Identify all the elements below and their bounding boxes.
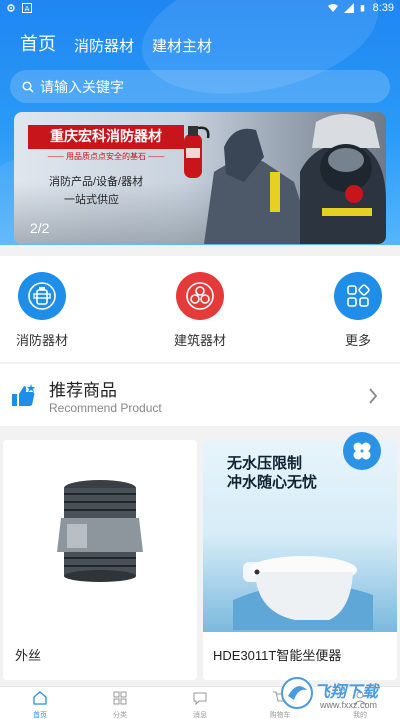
product-image bbox=[3, 440, 197, 632]
toilet-image bbox=[233, 556, 373, 630]
status-bar: A 8:39 bbox=[0, 0, 400, 18]
category-building-materials[interactable]: 建筑器材 bbox=[155, 272, 245, 349]
category-more[interactable]: 更多 bbox=[313, 272, 400, 349]
more-grid-icon bbox=[334, 272, 382, 320]
status-time: 8:39 bbox=[372, 2, 394, 14]
svg-text:A: A bbox=[25, 5, 30, 13]
wifi-icon bbox=[327, 4, 338, 12]
search-placeholder: 请输入关键字 bbox=[40, 78, 124, 95]
banner-products: 消防产品/设备/器材 bbox=[49, 176, 144, 188]
battery-icon bbox=[360, 5, 364, 12]
recommend-title: 推荐商品 bbox=[49, 381, 117, 400]
search-input[interactable]: 请输入关键字 bbox=[10, 70, 390, 103]
watermark-title: 飞翔下载 bbox=[314, 684, 379, 701]
recommend-header[interactable]: 推荐商品 Recommend Product bbox=[0, 364, 400, 426]
flower-float-icon[interactable] bbox=[343, 432, 381, 470]
firefighter-image bbox=[204, 114, 386, 244]
banner-counter: 2/2 bbox=[30, 220, 50, 236]
message-icon bbox=[193, 692, 207, 706]
banner-slogan: —— 用品质点点安全的基石 —— bbox=[47, 152, 165, 161]
tabbar-category[interactable]: 分类 bbox=[80, 690, 160, 719]
recommend-subtitle: Recommend Product bbox=[49, 401, 162, 415]
tabbar-message[interactable]: 消息 bbox=[160, 690, 240, 719]
tabbar-label: 首页 bbox=[33, 712, 47, 719]
product-name: 外丝 bbox=[15, 648, 42, 663]
app-a-icon: A bbox=[22, 3, 32, 13]
tabbar-label: 分类 bbox=[113, 712, 127, 719]
category-icon bbox=[113, 691, 127, 705]
thumbs-up-icon bbox=[12, 384, 35, 406]
banner-carousel[interactable]: 重庆宏科消防器材 —— 用品质点点安全的基石 —— 消防产品/设备/器材 一站式… bbox=[14, 112, 386, 244]
product-headline: 无水压限制 bbox=[227, 455, 303, 472]
watermark-logo-icon bbox=[281, 677, 313, 709]
product-name: HDE3011T智能坐便器 bbox=[213, 648, 342, 663]
tabbar-label: 消息 bbox=[193, 712, 207, 719]
chevron-right-icon[interactable] bbox=[368, 388, 378, 404]
category-label: 消防器材 bbox=[15, 333, 68, 348]
category-grid: 消防器材 建筑器材 更多 bbox=[0, 256, 400, 362]
tabbar-home[interactable]: 首页 bbox=[0, 690, 80, 719]
tab-fire-equipment[interactable]: 消防器材 bbox=[74, 35, 134, 56]
search-icon bbox=[22, 80, 34, 93]
fire-hydrant-icon bbox=[18, 272, 66, 320]
home-icon bbox=[33, 691, 47, 705]
watermark-url: www.fxxz.com bbox=[320, 700, 378, 710]
product-card[interactable]: 无水压限制 冲水随心无忧 HDE3011T智能坐便器 bbox=[203, 440, 397, 680]
category-label: 更多 bbox=[344, 333, 371, 348]
product-headline: 冲水随心无忧 bbox=[227, 474, 318, 491]
category-label: 建筑器材 bbox=[173, 333, 226, 348]
banner-supply: 一站式供应 bbox=[64, 194, 119, 206]
watermark: 飞翔下载 www.fxxz.com bbox=[280, 674, 398, 718]
banner-title: 重庆宏科消防器材 bbox=[50, 128, 162, 144]
category-fire-equipment[interactable]: 消防器材 bbox=[0, 272, 87, 349]
product-card[interactable]: 外丝 bbox=[3, 440, 197, 680]
signal-icon bbox=[343, 3, 354, 13]
tab-building-materials[interactable]: 建材主材 bbox=[152, 35, 212, 56]
materials-icon bbox=[176, 272, 224, 320]
tab-home[interactable]: 首页 bbox=[20, 30, 56, 56]
notification-icon bbox=[7, 4, 15, 12]
top-nav: 首页 消防器材 建材主材 bbox=[20, 30, 212, 56]
